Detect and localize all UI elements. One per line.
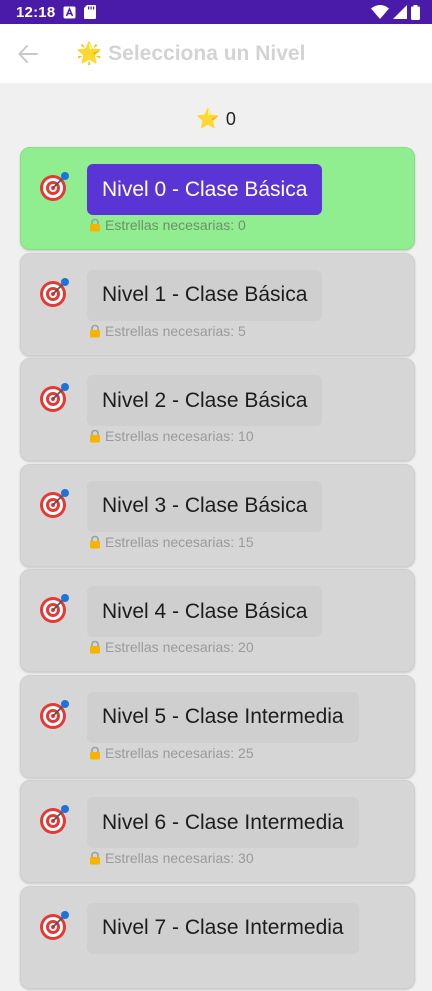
status-right [371,4,420,20]
stars-count: 0 [225,108,236,129]
target-icon [40,277,69,307]
requirement-text: Estrellas necesarias: 20 [105,639,254,655]
level-card-4: Nivel 4 - Clase Básica Estrellas necesar… [20,569,415,672]
target-icon [40,699,69,729]
page-title-text: Selecciona un Nivel [108,42,306,65]
page-title: 🌟 Selecciona un Nivel [76,41,305,66]
signal-icon [393,5,407,19]
target-icon [40,805,69,834]
lock-icon [90,429,100,443]
stars-counter: ⭐ 0 [0,107,432,131]
lock-icon [90,851,100,865]
target-icon [40,910,69,940]
level-0-button[interactable]: Nivel 0 - Clase Básica [87,164,323,215]
arrow-back-icon [18,45,38,63]
star-requirement: Estrellas necesarias: 0 [88,217,246,233]
level-card-1: Nivel 1 - Clase Básica Estrellas necesar… [20,252,415,356]
level-list: Nivel 0 - Clase Básica Estrellas necesar… [20,147,415,991]
requirement-text: Estrellas necesarias: 0 [105,217,246,233]
level-card-5: Nivel 5 - Clase Intermedia Estrellas nec… [20,674,415,778]
target-icon [40,172,69,201]
requirement-text: Estrellas necesarias: 10 [105,428,254,444]
star-requirement: Estrellas necesarias: 15 [88,534,254,550]
lock-icon [90,535,100,548]
level-7-button[interactable]: Nivel 7 - Clase Intermedia [87,902,359,954]
status-left: 12:18 [16,3,97,21]
back-button[interactable] [14,40,42,68]
lock-icon [90,218,100,232]
level-card-7: Nivel 7 - Clase Intermedia [20,885,415,989]
star-requirement: Estrellas necesarias: 5 [88,323,246,339]
level-3-button[interactable]: Nivel 3 - Clase Básica [87,480,323,532]
star-requirement: Estrellas necesarias: 20 [88,639,254,655]
star-requirement: Estrellas necesarias: 30 [88,850,254,866]
requirement-text: Estrellas necesarias: 25 [105,744,254,761]
lock-icon [90,640,100,654]
battery-icon [411,4,420,20]
level-card-3: Nivel 3 - Clase Básica Estrellas necesar… [20,463,415,567]
level-6-button[interactable]: Nivel 6 - Clase Intermedia [87,797,359,848]
status-bar: 12:18 [0,0,432,24]
target-icon [40,594,69,623]
level-4-button[interactable]: Nivel 4 - Clase Básica [87,586,323,637]
status-time: 12:18 [16,3,56,21]
requirement-text: Estrellas necesarias: 5 [105,322,246,339]
lock-icon [90,746,100,759]
app-bar: 🌟 Selecciona un Nivel [0,24,432,83]
notification-a-icon [63,6,76,19]
level-card-0: Nivel 0 - Clase Básica Estrellas necesar… [20,147,415,250]
sd-card-icon [84,5,97,19]
glowing-star-icon: 🌟 [76,41,103,65]
star-requirement: Estrellas necesarias: 10 [88,428,254,444]
target-icon [40,383,69,412]
level-card-2: Nivel 2 - Clase Básica Estrellas necesar… [20,358,415,461]
lock-icon [90,324,100,337]
level-card-6: Nivel 6 - Clase Intermedia Estrellas nec… [20,780,415,883]
wifi-icon [371,5,389,19]
level-1-button[interactable]: Nivel 1 - Clase Básica [87,269,323,321]
target-icon [40,488,69,518]
level-5-button[interactable]: Nivel 5 - Clase Intermedia [87,691,359,743]
star-icon: ⭐ [196,107,220,130]
level-2-button[interactable]: Nivel 2 - Clase Básica [87,375,323,426]
requirement-text: Estrellas necesarias: 30 [105,850,254,866]
star-requirement: Estrellas necesarias: 25 [88,745,254,761]
requirement-text: Estrellas necesarias: 15 [105,533,254,550]
